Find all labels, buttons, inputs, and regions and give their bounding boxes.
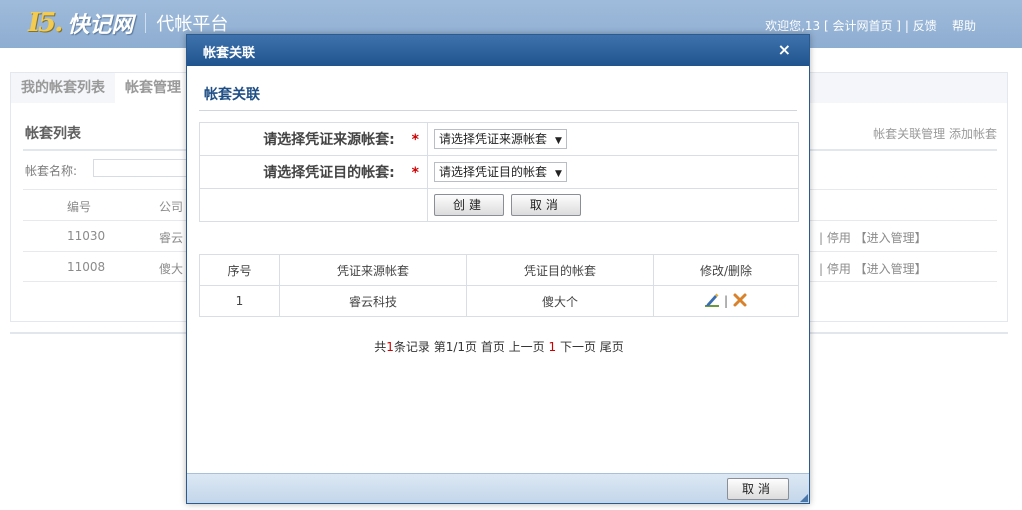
account-association-dialog: 帐套关联 × 帐套关联 请选择凭证来源帐套: * 请选择凭证来源帐套 ▼ 请选择凭… — [186, 34, 810, 504]
dialog-title: 帐套关联 — [203, 46, 256, 61]
target-select-cell: 请选择凭证目的帐套 ▼ — [427, 155, 799, 189]
action-separator: | — [723, 293, 729, 308]
chevron-down-icon: ▼ — [555, 136, 562, 146]
target-account-select[interactable]: 请选择凭证目的帐套 ▼ — [434, 162, 567, 182]
record-count: 1 — [386, 340, 394, 354]
pagination: 共1条记录 第1/1页 首页 上一页 1 下一页 尾页 — [187, 338, 811, 355]
source-select-cell: 请选择凭证来源帐套 ▼ — [427, 122, 799, 156]
dialog-titlebar[interactable]: 帐套关联 × — [187, 35, 809, 66]
column-header-actions: 修改/删除 — [653, 254, 799, 286]
dialog-footer: 取消 — [187, 473, 809, 503]
pager-next-links[interactable]: 下一页 尾页 — [560, 340, 624, 354]
column-header-target: 凭证目的帐套 — [466, 254, 654, 286]
cell-source: 睿云科技 — [279, 285, 467, 317]
empty-cell — [199, 188, 428, 222]
source-select-value: 请选择凭证来源帐套 — [439, 132, 548, 146]
association-form: 请选择凭证来源帐套: * 请选择凭证来源帐套 ▼ 请选择凭证目的帐套: * 请选择… — [199, 122, 799, 222]
table-row: 1 睿云科技 傻大个 | — [199, 285, 799, 317]
current-page: 1 — [548, 340, 557, 354]
source-label: 请选择凭证来源帐套: — [263, 132, 395, 148]
close-icon[interactable]: × — [778, 40, 791, 59]
target-select-value: 请选择凭证目的帐套 — [439, 165, 548, 179]
column-header-index: 序号 — [199, 254, 280, 286]
button-cell: 创建 取消 — [427, 188, 799, 222]
edit-icon[interactable] — [704, 292, 720, 311]
source-label-cell: 请选择凭证来源帐套: * — [199, 122, 428, 156]
cancel-button[interactable]: 取消 — [510, 194, 581, 216]
resize-handle-icon[interactable] — [800, 494, 808, 502]
chevron-down-icon: ▼ — [555, 169, 562, 179]
dialog-body: 帐套关联 请选择凭证来源帐套: * 请选择凭证来源帐套 ▼ 请选择凭证目的帐套: … — [187, 66, 809, 473]
target-label: 请选择凭证目的帐套: — [263, 165, 395, 181]
association-table: 序号 凭证来源帐套 凭证目的帐套 修改/删除 1 睿云科技 傻大个 | — [199, 254, 799, 317]
create-button[interactable]: 创建 — [434, 194, 505, 216]
required-mark: * — [411, 165, 419, 181]
cell-target: 傻大个 — [466, 285, 654, 317]
column-header-source: 凭证来源帐套 — [279, 254, 467, 286]
pager-prefix: 共 — [374, 340, 387, 354]
table-header-row: 序号 凭证来源帐套 凭证目的帐套 修改/删除 — [199, 254, 799, 286]
required-mark: * — [411, 132, 419, 148]
cell-index: 1 — [199, 285, 280, 317]
source-account-select[interactable]: 请选择凭证来源帐套 ▼ — [434, 129, 567, 149]
cell-actions: | — [653, 285, 799, 317]
section-title: 帐套关联 — [204, 87, 260, 103]
footer-cancel-button[interactable]: 取消 — [726, 478, 789, 500]
section-divider — [199, 110, 797, 111]
target-label-cell: 请选择凭证目的帐套: * — [199, 155, 428, 189]
delete-icon[interactable] — [732, 292, 748, 311]
pager-links[interactable]: 条记录 第1/1页 首页 上一页 — [394, 340, 545, 354]
